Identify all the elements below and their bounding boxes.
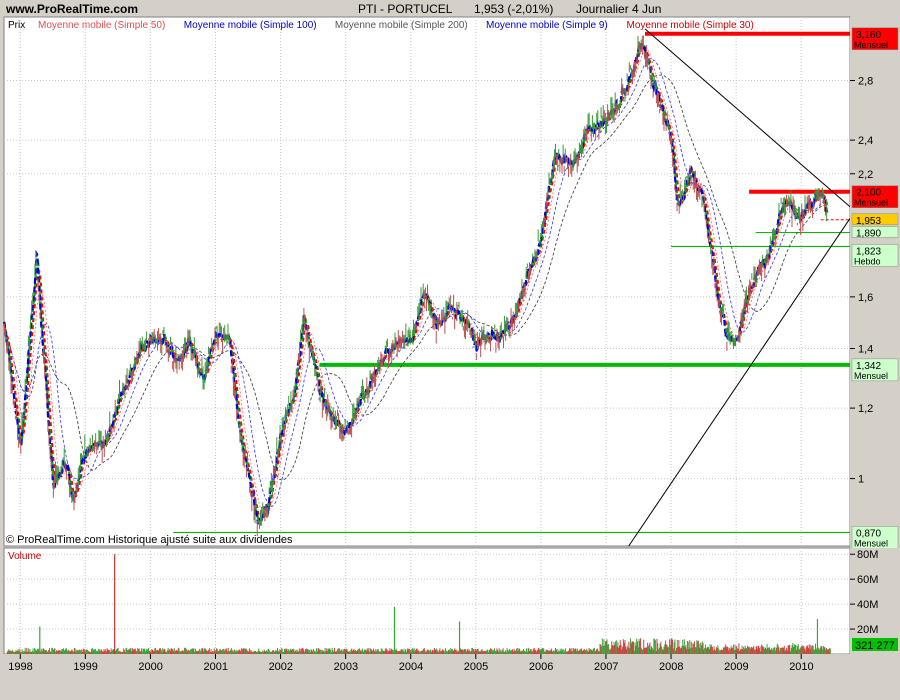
legend-item: Moyenne mobile (Simple 50) (38, 20, 165, 31)
quote-value: 1,953 (-2,01%) (474, 2, 553, 16)
volume-last-value: 321 277 (855, 640, 895, 652)
time-tick-label: 2004 (399, 661, 423, 673)
volume-tick-label: 80M (857, 549, 878, 561)
time-tick-label: 2000 (138, 661, 162, 673)
legend-item: Moyenne mobile (Simple 100) (184, 20, 317, 31)
price-badge-sub: Mensuel (854, 371, 888, 381)
time-tick-label: 2006 (529, 661, 553, 673)
volume-label: Volume (8, 551, 42, 562)
time-tick-label: 2010 (789, 661, 813, 673)
price-label: Prix (8, 20, 25, 31)
time-tick-label: 2005 (464, 661, 488, 673)
price-tick-label: 1,6 (858, 292, 873, 304)
time-tick-label: 1999 (73, 661, 97, 673)
price-badge-value: 1,890 (856, 228, 881, 239)
time-tick-label: 2008 (659, 661, 683, 673)
price-tick-label: 2,8 (858, 76, 873, 88)
price-badge-sub: Hebdo (854, 256, 881, 266)
volume-tick-label: 40M (857, 599, 878, 611)
watermark: © ProRealTime.com Historique ajusté suit… (6, 534, 293, 546)
price-tick-label: 2,4 (858, 135, 873, 147)
price-tick-label: 1,4 (858, 344, 873, 356)
legend-item: Moyenne mobile (Simple 30) (627, 20, 754, 31)
period-label: Journalier 4 Jun (576, 2, 661, 16)
time-tick-label: 2001 (204, 661, 228, 673)
volume-panel (3, 547, 851, 655)
price-tick-label: 2,2 (858, 169, 873, 181)
legend-item: Moyenne mobile (Simple 9) (486, 20, 608, 31)
stock-chart: www.ProRealTime.com PTI - PORTUCEL 1,953… (0, 0, 900, 700)
time-tick-label: 2002 (269, 661, 293, 673)
time-tick-label: 2009 (724, 661, 748, 673)
price-badge-sub: Mensuel (854, 40, 888, 50)
price-axis (850, 17, 900, 546)
legend-item: Moyenne mobile (Simple 200) (335, 20, 468, 31)
time-tick-label: 1998 (8, 661, 32, 673)
site-name[interactable]: www.ProRealTime.com (5, 2, 138, 16)
price-badge-value: 1,953 (856, 216, 881, 227)
instrument-title: PTI - PORTUCEL (358, 2, 453, 16)
volume-tick-label: 60M (857, 574, 878, 586)
time-axis (0, 654, 900, 700)
price-badge-sub: Mensuel (854, 198, 888, 208)
time-tick-label: 2003 (334, 661, 358, 673)
price-tick-label: 1,2 (858, 403, 873, 415)
price-badge-sub: Mensuel (854, 538, 888, 548)
time-tick-label: 2007 (594, 661, 618, 673)
price-tick-label: 1 (858, 474, 864, 486)
volume-tick-label: 20M (857, 624, 878, 636)
legend: Moyenne mobile (Simple 50) Moyenne mobile… (38, 20, 754, 31)
